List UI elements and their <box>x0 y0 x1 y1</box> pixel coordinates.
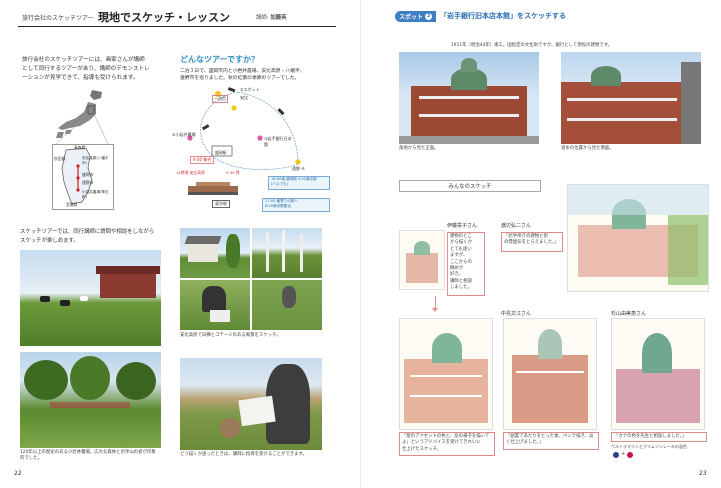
bank-side-caption: 道ゆの位置から見た側面。 <box>561 146 614 151</box>
farm-caption: 120年以上の歴史のある小岩井農場。広大な森林と岩手山の姿が印象 的でした。 <box>20 450 170 462</box>
route-night1: 一泊目 <box>212 95 228 103</box>
page-title: 現地でスケッチ・レッスン <box>98 11 230 24</box>
color-swatch-blue <box>613 452 619 458</box>
comment-line: 「カナの色を先生と相談しました。」 <box>614 434 687 439</box>
artist4-name: 杉山由美恵さん <box>611 311 647 317</box>
spot-header: スポット 3 「岩手銀行旧本店本館」をスケッチする <box>395 10 566 22</box>
birch-photo <box>252 228 322 278</box>
sketch-large <box>567 184 709 292</box>
route-diagram <box>187 87 301 195</box>
bank-front-photo <box>399 52 539 144</box>
page-number-left: 22 <box>14 470 22 477</box>
park-photo <box>180 358 322 450</box>
sketch-artist3-left <box>399 318 493 430</box>
farm-trees-photo <box>20 352 161 448</box>
map-label-appi: 安比高原(八幡平市) <box>82 156 109 165</box>
park-caption: どう描くか迷ったときは、講師に指導を受けることができます。 <box>180 452 307 457</box>
route-note: (バスでも) <box>271 182 289 186</box>
left-page: 旅行会社のスケッチツアー 現地でスケッチ・レッスン 講師: 加藤英 旅行会社のス… <box>0 0 360 488</box>
intro-line: 旅行会社のスケッチツアーには、画家さんが講師 <box>22 57 145 63</box>
spot-badge: スポット 3 <box>395 10 437 22</box>
spot-badge-label: スポット <box>399 13 424 21</box>
sketching-photo <box>180 280 250 330</box>
sketch-text: スケッチツアーでは、同行講師に質問や相談をしながら スケッチが楽しめます。 <box>20 228 170 245</box>
map-label-tono: 遠野市 <box>82 180 94 185</box>
section-title: みんなのスケッチ <box>448 184 492 190</box>
map-label-akita: 秋田県 <box>54 156 66 161</box>
artist2-name: 渡辺弘二さん <box>501 223 532 229</box>
byline-name: 加藤英 <box>270 15 287 21</box>
comment-line: く仕上げました。」 <box>506 440 544 446</box>
comment-line: 仕上げたスケッチ。 <box>402 446 442 452</box>
artist3-name: 中島文江さん <box>501 311 532 317</box>
title-rule <box>18 26 336 27</box>
right-page: スポット 3 「岩手銀行旧本店本館」をスケッチする 1911年（明治44年）竣工… <box>361 0 721 488</box>
route-note: 8:00東京駅集合 <box>265 204 292 208</box>
sketch-text-line: スケッチが楽しめます。 <box>20 237 79 244</box>
sketch-text-line: スケッチツアーでは、同行講師に質問や相談をしながら <box>20 229 155 235</box>
route-spot2: ②スポット <box>240 87 260 92</box>
tour-desc-line: 二泊３日で、盛岡市内と小岩井農場、安比高原・八幡平、 <box>180 69 305 74</box>
map-label-koiwai: 小岩井農場(雫石町) <box>82 190 109 199</box>
bank-side-photo <box>561 52 701 144</box>
map-label-miyagi: 宮城県 <box>66 202 78 207</box>
bank-front-caption: 角地から見た正面。 <box>399 146 439 151</box>
route-time1: 9:00 集合 <box>190 156 215 164</box>
map-label-morioka: 盛岡市 <box>82 172 94 177</box>
artist3-comment: 「屋のアクセントの色と、窓の様子を描いて よ」というアドバイスを受けてきれいに … <box>399 432 495 456</box>
route-tono: 遠野 ④ <box>292 166 305 171</box>
byline-label: 講師: <box>256 15 269 21</box>
sketch-artist4 <box>611 318 705 430</box>
intro-text: 旅行会社のスケッチツアーには、画家さんが講師 として同行するツアーがあり、講師の… <box>22 56 172 84</box>
artist1-name: 伊藤栄子さん <box>447 223 478 229</box>
color-swatch-plus: + <box>621 451 626 457</box>
sketch-artist3-right <box>503 318 597 430</box>
intro-line: として同行するツアーがあり、講師のデモンストレ <box>22 66 150 73</box>
color-swatch-crimson <box>627 452 633 458</box>
spot-desc: 1911年（明治44年）竣工。国指定の文化財ですが、銀行として現役の建物です。 <box>451 43 612 48</box>
series-label: 旅行会社のスケッチツアー <box>22 15 94 22</box>
artist2-comment: 「岩手県庁の建物と街 の雰囲気をとらえました。」 <box>501 232 563 252</box>
comment-line: の雰囲気をとらえました。」 <box>504 240 559 246</box>
arrow-head <box>432 308 438 312</box>
comment-line: よ」というアドバイスを受けてきれいに <box>402 440 481 446</box>
comment-line: しました。 <box>450 285 472 291</box>
walk-caption: 安比高原で白樺とコテージのある風景をスケッチ。 <box>180 333 281 338</box>
route-note-box2: 17:00 最寄りの駅へ 8:00東京駅集合 <box>262 198 330 212</box>
route-appi: 安比 <box>240 95 248 100</box>
artist1-comment: 建物のどこ から描くか とても迷い ますが、 ここからの 眺めが 好き。 講師と… <box>447 232 485 296</box>
intro-line: ーションが見学できて、指導も受けられます。 <box>22 75 139 82</box>
artist4-comment: 「副業であたりをとった後、ペンで描き、淡 く仕上げました。」 <box>503 432 599 450</box>
section-header: みんなのスケッチ <box>399 180 541 192</box>
page-number-right: 23 <box>699 470 707 477</box>
painter-photo <box>252 280 322 330</box>
route-spot3: ③岩手銀行日本館 <box>264 136 292 147</box>
spot-title: 「岩手銀行旧本店本館」をスケッチする <box>440 12 567 20</box>
byline: 講師: 加藤英 <box>256 13 287 21</box>
map-label-aomori: 青森県 <box>74 145 86 150</box>
farm-photo <box>20 250 161 346</box>
tour-question: どんなツアーですか？ <box>180 55 260 64</box>
route-spot1: ①小岩井農場 <box>172 132 196 137</box>
color-note: ウルトラマリンとクリムゾンレーキの混色 <box>611 444 687 449</box>
spot-number: 3 <box>425 12 433 20</box>
route-tokyo: 東京駅 <box>212 200 230 208</box>
route-time2: 14時頃 安比高原 <box>176 170 205 175</box>
map-zoom-lines <box>55 113 109 145</box>
route-morioka: 盛岡駅 <box>215 150 227 155</box>
artist4-last-comment: 「カナの色を先生と相談しました。」 <box>611 432 707 442</box>
route-time3: 5:30 帰 <box>226 170 240 175</box>
farm-caption-line: 的でした。 <box>20 456 42 461</box>
sketch-artist1 <box>399 230 445 290</box>
farm-caption-line: 120年以上の歴史のある小岩井農場。広大な森林と岩手山の姿が印象 <box>20 450 156 455</box>
route-note-box: 16:00頃 盛岡駅 9:00東京駅 (バスでも) <box>268 176 330 190</box>
cottage-photo <box>180 228 250 278</box>
